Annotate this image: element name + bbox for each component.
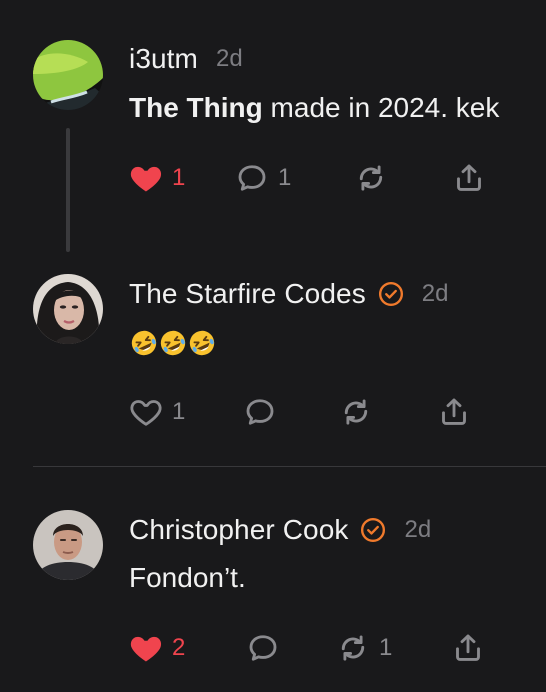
comment-button[interactable]: 1: [234, 158, 291, 198]
avatar[interactable]: [33, 274, 103, 344]
username[interactable]: Christopher Cook: [129, 514, 348, 546]
repost-icon: [335, 630, 371, 666]
post-christopher-cook: Christopher Cook 2d Fondon’t. 2 1: [0, 467, 546, 692]
repost-button[interactable]: 1: [335, 628, 392, 668]
rolling-on-floor-laughing-icon: [187, 328, 216, 358]
username[interactable]: The Starfire Codes: [129, 278, 366, 310]
avatar[interactable]: [33, 40, 103, 110]
heart-icon: [128, 394, 164, 430]
comment-button[interactable]: [245, 628, 289, 668]
comment-icon: [245, 630, 281, 666]
share-button[interactable]: [450, 628, 486, 668]
post-text-rest: made in 2024. kek: [262, 92, 500, 123]
comment-button[interactable]: [242, 392, 286, 432]
like-button[interactable]: 2: [128, 628, 185, 668]
post-text-bold: The Thing: [129, 92, 263, 123]
share-icon: [451, 160, 487, 196]
verified-badge-icon: [378, 281, 404, 307]
like-button[interactable]: 1: [128, 158, 185, 198]
post-text: Fondon’t.: [129, 562, 246, 593]
repost-icon: [338, 394, 374, 430]
timestamp: 2d: [421, 280, 449, 307]
heart-icon: [128, 630, 164, 666]
username[interactable]: i3utm: [129, 43, 198, 75]
repost-count: 1: [379, 634, 393, 661]
comment-count: 1: [278, 164, 292, 191]
repost-button[interactable]: [338, 392, 382, 432]
post-i3utm: i3utm 2d The Thing made in 2024. kek 1 1: [0, 0, 546, 260]
post-header: The Starfire Codes 2d: [129, 276, 449, 312]
share-icon: [436, 394, 472, 430]
heart-icon: [128, 160, 164, 196]
timestamp: 2d: [215, 45, 243, 72]
action-bar: 1 1: [128, 158, 508, 198]
action-bar: 1: [128, 392, 508, 432]
share-button[interactable]: [436, 392, 472, 432]
emoji-row: [129, 328, 216, 358]
post-header: Christopher Cook 2d: [129, 512, 431, 548]
avatar[interactable]: [33, 510, 103, 580]
like-count: 1: [172, 398, 186, 425]
verified-badge-icon: [360, 517, 386, 543]
thread-line: [66, 128, 70, 252]
repost-icon: [353, 160, 389, 196]
comment-icon: [234, 160, 270, 196]
rolling-on-floor-laughing-icon: [158, 328, 187, 358]
comment-icon: [242, 394, 278, 430]
like-button[interactable]: 1: [128, 392, 185, 432]
post-header: i3utm 2d: [129, 41, 243, 77]
repost-button[interactable]: [353, 158, 397, 198]
share-button[interactable]: [451, 158, 487, 198]
like-count: 2: [172, 634, 186, 661]
like-count: 1: [172, 164, 186, 191]
rolling-on-floor-laughing-icon: [129, 328, 158, 358]
post-text: The Thing made in 2024. kek: [129, 92, 499, 124]
post-the-starfire-codes: The Starfire Codes 2d 1: [0, 260, 546, 465]
action-bar: 2 1: [128, 628, 508, 668]
timestamp: 2d: [404, 516, 432, 543]
share-icon: [450, 630, 486, 666]
